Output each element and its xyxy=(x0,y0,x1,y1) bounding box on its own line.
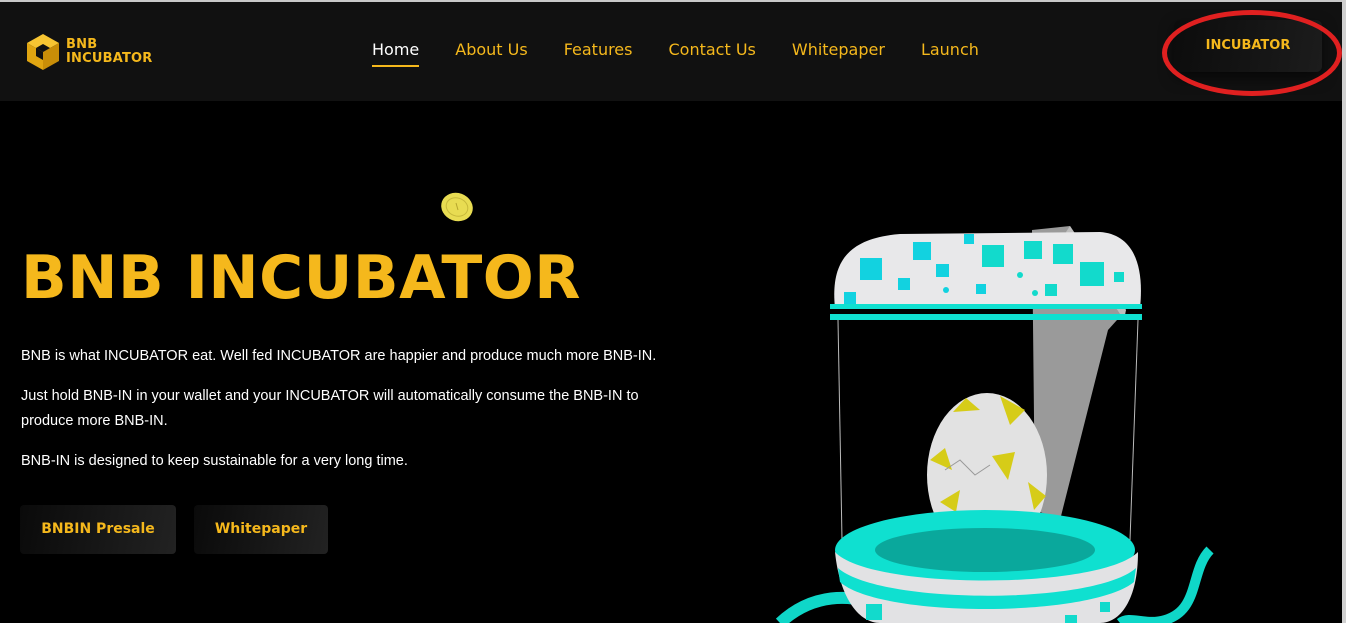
brand-line2: INCUBATOR xyxy=(66,51,153,66)
window-right-border xyxy=(1342,0,1346,623)
brand-line1: BNB xyxy=(66,37,98,52)
hero-paragraph-2: Just hold BNB-IN in your wallet and your… xyxy=(21,388,639,429)
hero-paragraph-3: BNB-IN is designed to keep sustainable f… xyxy=(21,453,408,469)
hero-title: BNB INCUBATOR xyxy=(21,243,582,313)
floating-coin-icon xyxy=(441,192,473,222)
site-header: BNB INCUBATOR Home About Us Features Con… xyxy=(0,2,1342,101)
nav-features[interactable]: Features xyxy=(564,40,633,67)
nav-contact-us[interactable]: Contact Us xyxy=(668,40,755,67)
nav-launch[interactable]: Launch xyxy=(921,40,979,67)
nav-home[interactable]: Home xyxy=(372,40,420,67)
incubator-illustration xyxy=(775,226,1214,623)
incubator-button[interactable]: INCUBATOR xyxy=(1174,20,1322,72)
nav-whitepaper[interactable]: Whitepaper xyxy=(792,40,885,67)
nav-about-us[interactable]: About Us xyxy=(455,40,527,67)
brand-logo[interactable]: BNB INCUBATOR xyxy=(24,32,153,72)
presale-button[interactable]: BNBIN Presale xyxy=(20,505,176,554)
bnb-cube-icon xyxy=(27,34,59,70)
whitepaper-button[interactable]: Whitepaper xyxy=(194,505,328,554)
main-nav: Home About Us Features Contact Us Whitep… xyxy=(372,40,1015,67)
brand-name: BNB INCUBATOR xyxy=(66,38,153,66)
hero-paragraph-1: BNB is what INCUBATOR eat. Well fed INCU… xyxy=(21,348,657,364)
